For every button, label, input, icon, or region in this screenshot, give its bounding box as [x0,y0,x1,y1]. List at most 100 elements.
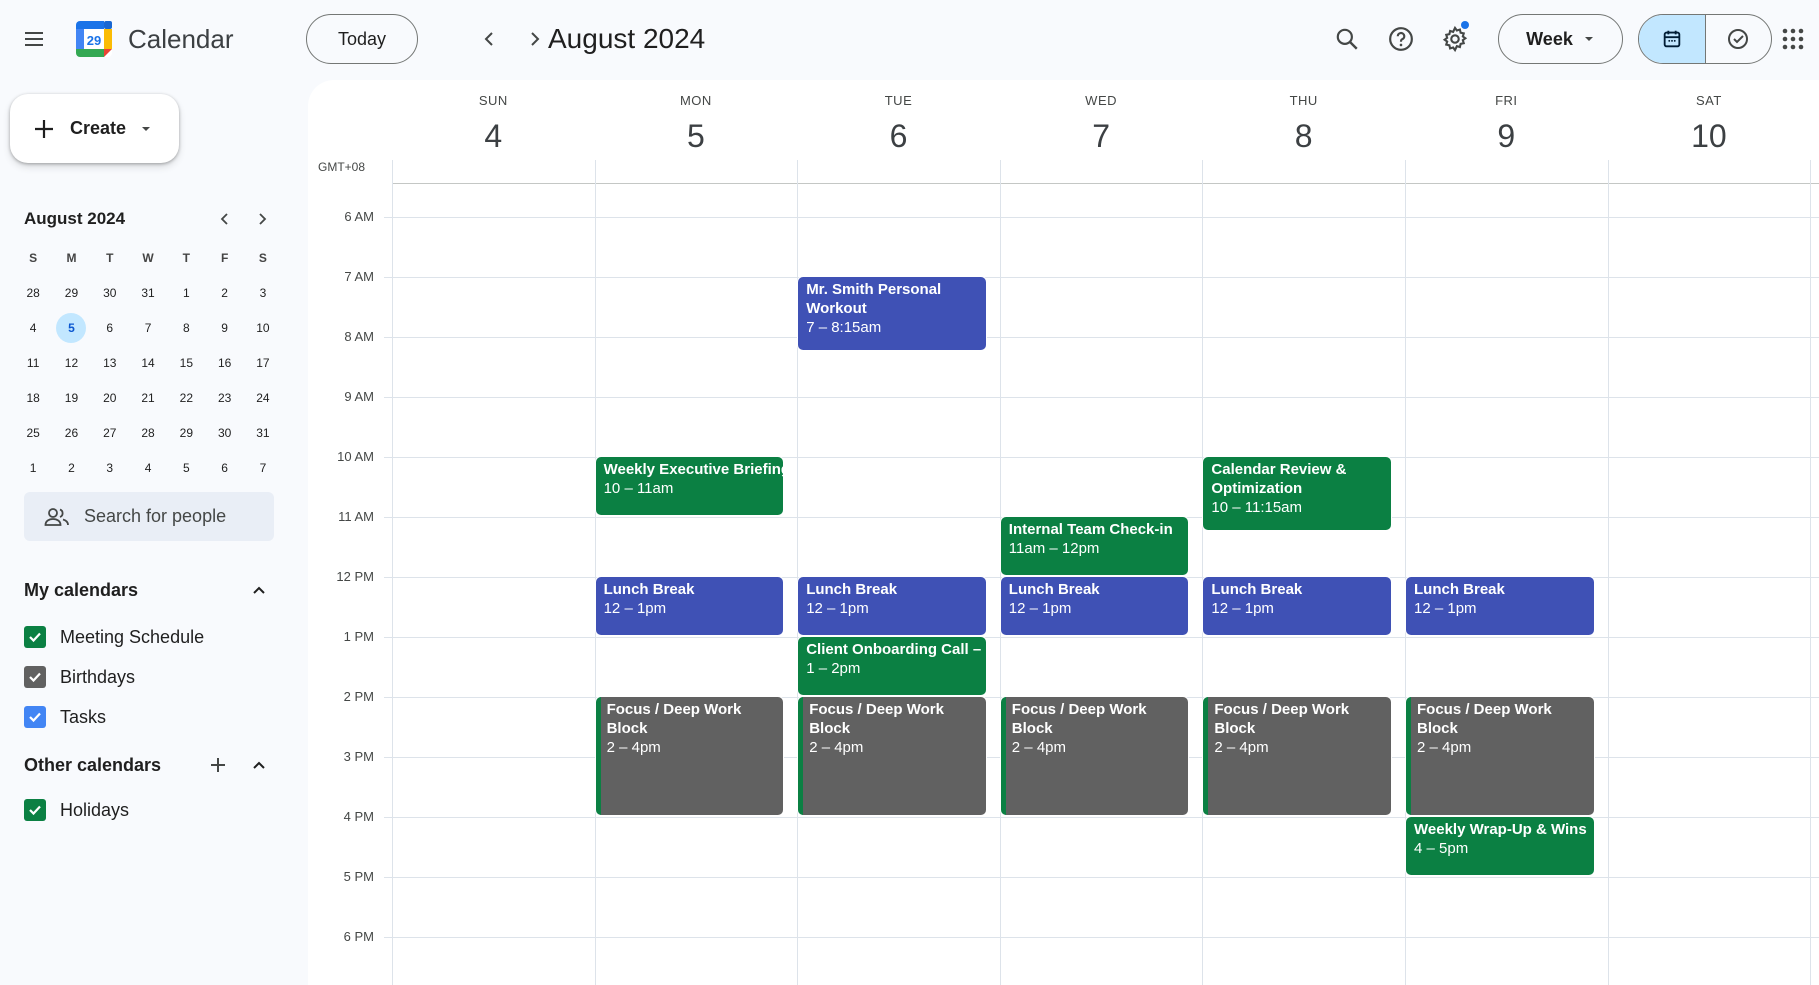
mini-calendar-day[interactable]: 28 [129,415,167,450]
day-number[interactable]: 10 [1608,118,1811,155]
mini-calendar-day[interactable]: 10 [244,310,282,345]
mini-calendar-day[interactable]: 2 [205,275,243,310]
mini-calendar-day[interactable]: 22 [167,380,205,415]
my-calendars-collapse-button[interactable] [246,577,272,603]
mini-calendar-day[interactable]: 21 [129,380,167,415]
calendar-event[interactable]: Lunch Break 12 – 1pm [595,577,784,635]
search-people-input[interactable]: Search for people [24,492,274,541]
mini-calendar-day[interactable]: 9 [205,310,243,345]
today-button[interactable]: Today [306,14,418,64]
my-calendars-title[interactable]: My calendars [24,580,138,601]
mini-calendar-day[interactable]: 26 [52,415,90,450]
previous-week-button[interactable] [470,19,510,59]
mini-calendar-day[interactable]: 18 [14,380,52,415]
mini-calendar-day[interactable]: 8 [167,310,205,345]
settings-button[interactable] [1435,19,1475,59]
calendar-event[interactable]: Weekly Executive Briefing 10 – 11am [595,457,784,515]
calendar-checkbox[interactable] [24,706,46,728]
calendar-event[interactable]: Weekly Wrap-Up & Wins 4 – 5pm [1406,817,1594,875]
day-header[interactable]: SUN 4 [392,80,595,155]
mini-calendar-day[interactable]: 13 [91,345,129,380]
calendar-checkbox[interactable] [24,799,46,821]
mini-calendar-day[interactable]: 31 [244,415,282,450]
create-button[interactable]: Create [10,94,179,163]
mini-calendar-day[interactable]: 29 [167,415,205,450]
mini-calendar-day[interactable]: 1 [167,275,205,310]
calendar-event[interactable]: Mr. Smith Personal Workout 7 – 8:15am [798,277,986,350]
add-other-calendar-button[interactable] [205,752,231,778]
calendar-event[interactable]: Focus / Deep Work Block 2 – 4pm [1406,697,1594,815]
mini-calendar-day[interactable]: 20 [91,380,129,415]
mini-calendar-day[interactable]: 28 [14,275,52,310]
mini-calendar-day[interactable]: 5 [52,310,90,345]
calendar-event[interactable]: Calendar Review & Optimization 10 – 11:15… [1203,457,1391,530]
day-header[interactable]: TUE 6 [797,80,1000,155]
mini-calendar-prev-button[interactable] [212,206,238,232]
mini-calendar-day[interactable]: 3 [244,275,282,310]
day-header[interactable]: MON 5 [595,80,798,155]
calendar-event[interactable]: Lunch Break 12 – 1pm [1406,577,1594,635]
day-number[interactable]: 6 [797,118,1000,155]
calendar-event[interactable]: Focus / Deep Work Block 2 – 4pm [1203,697,1391,815]
help-button[interactable] [1381,19,1421,59]
day-number[interactable]: 7 [1000,118,1203,155]
mini-calendar-day[interactable]: 14 [129,345,167,380]
mini-calendar-day[interactable]: 25 [14,415,52,450]
calendar-item[interactable]: Birthdays [24,666,135,688]
mini-calendar-day[interactable]: 23 [205,380,243,415]
calendar-checkbox[interactable] [24,666,46,688]
mini-calendar-day[interactable]: 7 [244,450,282,485]
mini-calendar-day[interactable]: 2 [52,450,90,485]
view-selector-button[interactable]: Week [1498,14,1623,64]
day-header[interactable]: WED 7 [1000,80,1203,155]
calendar-event[interactable]: Internal Team Check-in 11am – 12pm [1000,517,1189,575]
calendar-event[interactable]: Focus / Deep Work Block 2 – 4pm [595,697,784,815]
calendar-item[interactable]: Tasks [24,706,106,728]
mini-calendar-day[interactable]: 3 [91,450,129,485]
mini-calendar-day[interactable]: 4 [14,310,52,345]
day-number[interactable]: 4 [392,118,595,155]
calendar-item[interactable]: Holidays [24,799,129,821]
mini-calendar-day[interactable]: 31 [129,275,167,310]
calendar-event[interactable]: Lunch Break 12 – 1pm [1203,577,1391,635]
tasks-view-toggle[interactable] [1706,15,1772,63]
main-menu-button[interactable] [14,19,54,59]
mini-calendar-day[interactable]: 30 [205,415,243,450]
mini-calendar-day[interactable]: 12 [52,345,90,380]
day-header[interactable]: FRI 9 [1405,80,1608,155]
mini-calendar-day[interactable]: 15 [167,345,205,380]
mini-calendar-day[interactable]: 4 [129,450,167,485]
mini-calendar-day[interactable]: 24 [244,380,282,415]
mini-calendar-day[interactable]: 6 [205,450,243,485]
mini-calendar-day[interactable]: 27 [91,415,129,450]
mini-calendar-day[interactable]: 30 [91,275,129,310]
day-header[interactable]: THU 8 [1202,80,1405,155]
mini-calendar-day[interactable]: 19 [52,380,90,415]
mini-calendar-day[interactable]: 17 [244,345,282,380]
search-button[interactable] [1327,19,1367,59]
calendar-event[interactable]: Lunch Break 12 – 1pm [1000,577,1189,635]
mini-calendar-day[interactable]: 5 [167,450,205,485]
calendar-event[interactable]: Client Onboarding Call – 1 – 2pm [798,637,986,695]
day-number[interactable]: 9 [1405,118,1608,155]
calendar-logo[interactable]: 29 [74,19,114,59]
day-number[interactable]: 8 [1202,118,1405,155]
calendar-view-toggle[interactable] [1639,15,1706,63]
mini-calendar-day[interactable]: 11 [14,345,52,380]
mini-calendar-next-button[interactable] [249,206,275,232]
mini-calendar-day[interactable]: 7 [129,310,167,345]
day-number[interactable]: 5 [595,118,798,155]
mini-calendar-day[interactable]: 16 [205,345,243,380]
day-header[interactable]: SAT 10 [1608,80,1811,155]
mini-calendar-day[interactable]: 29 [52,275,90,310]
mini-calendar-day[interactable]: 1 [14,450,52,485]
calendar-event[interactable]: Lunch Break 12 – 1pm [798,577,986,635]
apps-button[interactable] [1776,19,1810,59]
mini-calendar-day[interactable]: 6 [91,310,129,345]
calendar-event[interactable]: Focus / Deep Work Block 2 – 4pm [798,697,986,815]
calendar-checkbox[interactable] [24,626,46,648]
other-calendars-title[interactable]: Other calendars [24,755,161,776]
calendar-item[interactable]: Meeting Schedule [24,626,204,648]
calendar-event[interactable]: Focus / Deep Work Block 2 – 4pm [1000,697,1189,815]
other-calendars-collapse-button[interactable] [246,752,272,778]
